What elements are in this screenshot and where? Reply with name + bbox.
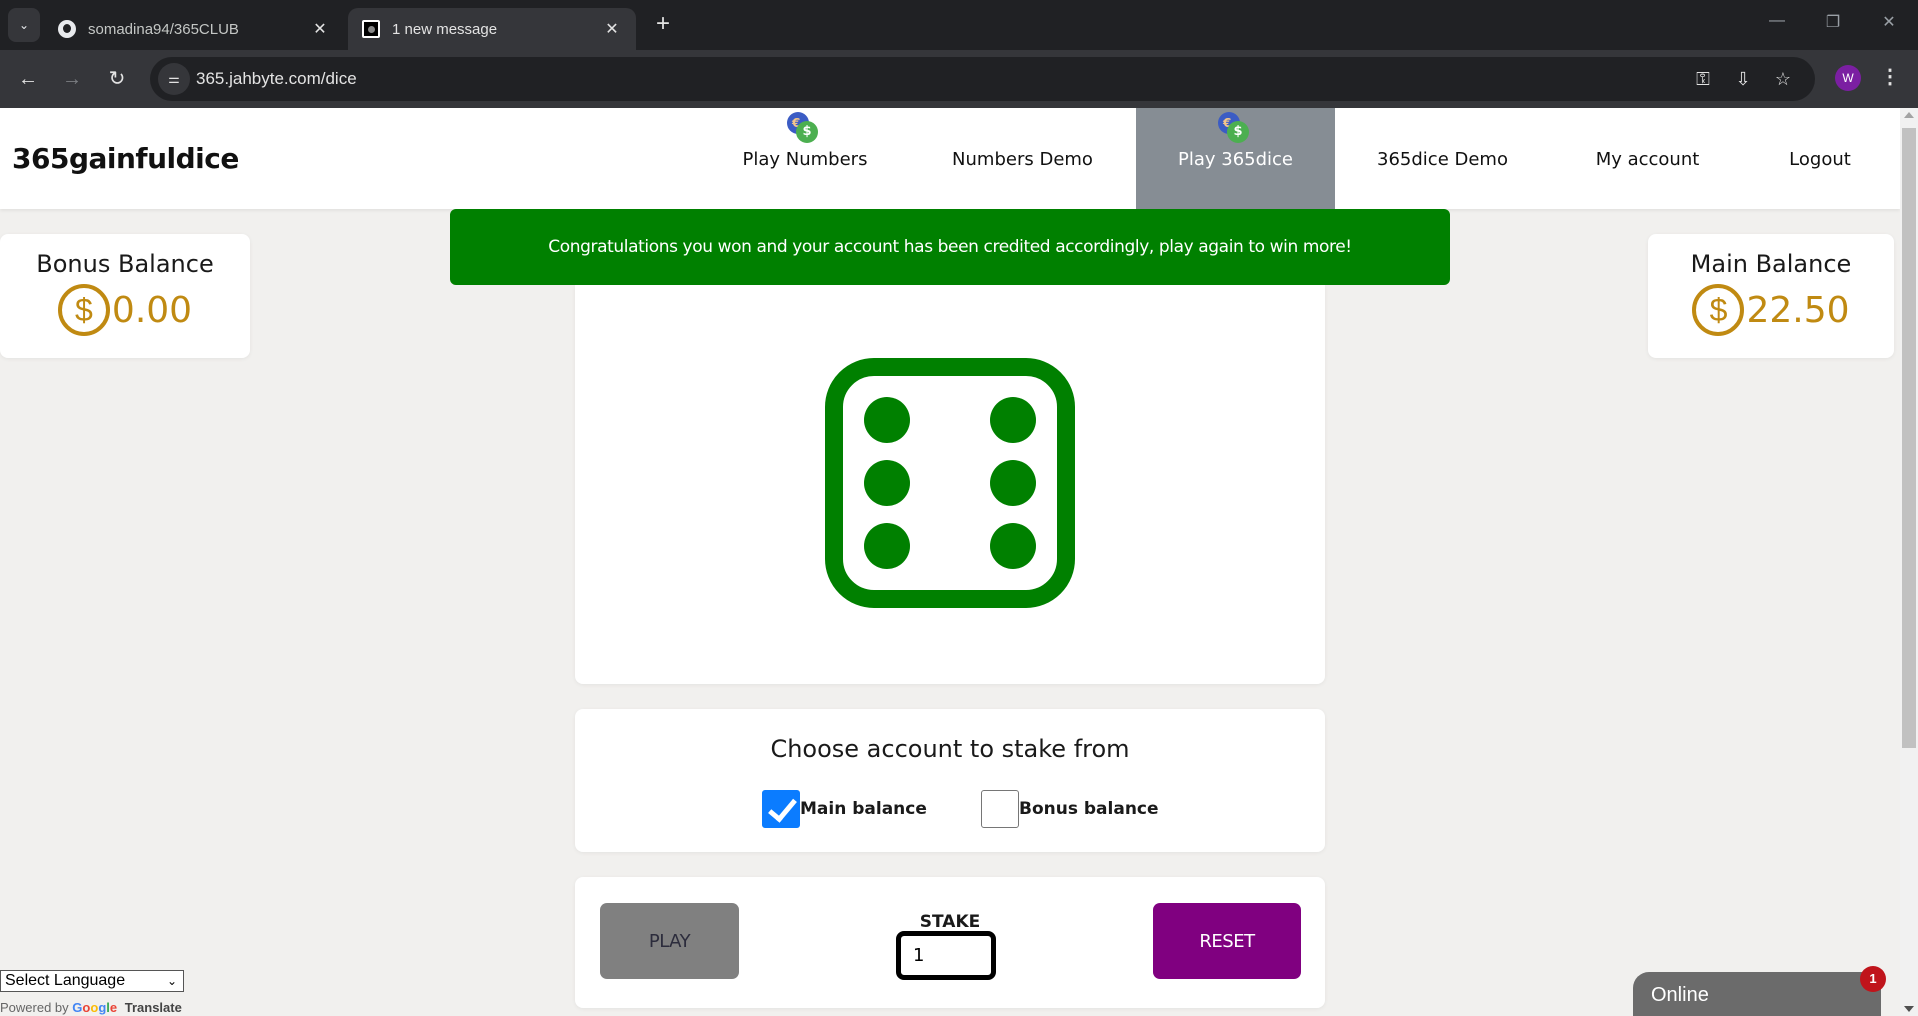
stake-account-title: Choose account to stake from	[770, 735, 1130, 763]
browser-tab[interactable]: somadina94/365CLUB ✕	[44, 8, 344, 50]
nav-play-numbers[interactable]: € $ Play Numbers	[720, 108, 890, 209]
scrollbar-thumb[interactable]	[1902, 128, 1916, 748]
dollar-circle-icon: $	[57, 284, 110, 336]
nav-label: Play Numbers	[742, 149, 868, 170]
site-info-icon[interactable]: ⚌	[158, 63, 190, 95]
language-select-value: Select Language	[5, 972, 126, 989]
nav-play-365dice[interactable]: € $ Play 365dice	[1136, 108, 1335, 209]
main-balance-option-label: Main balance	[800, 799, 927, 819]
restore-icon[interactable]: ❐	[1818, 12, 1848, 32]
main-balance-option[interactable]: Main balance	[762, 790, 927, 828]
new-tab-button[interactable]: +	[650, 10, 676, 38]
nav-label: Play 365dice	[1177, 149, 1293, 170]
site-favicon-icon	[362, 20, 380, 38]
tab-title: 1 new message	[392, 20, 498, 38]
nav-365dice-demo[interactable]: 365dice Demo	[1360, 108, 1525, 209]
powered-by-text: Powered by	[0, 1000, 69, 1015]
dollar-coin-icon: $	[1227, 121, 1249, 143]
url-text[interactable]: 365.jahbyte.com/dice	[196, 57, 357, 101]
site-brand[interactable]: 365gainfuldice	[12, 142, 239, 175]
bookmark-star-icon[interactable]: ☆	[1770, 67, 1796, 91]
stake-controls-card: PLAY STAKE RESET	[575, 877, 1325, 1008]
main-balance-amount: 22.50	[1746, 289, 1850, 331]
dice-pip	[990, 397, 1036, 443]
dice-six-icon	[825, 358, 1075, 608]
tab-list-button[interactable]: ⌄	[8, 8, 40, 42]
tab-title: somadina94/365CLUB	[88, 20, 239, 38]
browser-menu-icon[interactable]: ⋮	[1880, 64, 1900, 89]
nav-label: 365dice Demo	[1377, 149, 1508, 170]
reset-button[interactable]: RESET	[1153, 903, 1301, 979]
github-icon	[58, 20, 76, 38]
dice-card	[575, 285, 1325, 684]
dice-pips	[864, 397, 1036, 569]
dollar-coin-icon: $	[796, 121, 818, 143]
profile-avatar[interactable]: W	[1835, 65, 1861, 91]
nav-my-account[interactable]: My account	[1570, 108, 1725, 209]
dice-pip	[990, 523, 1036, 569]
chat-unread-badge: 1	[1860, 966, 1886, 992]
browser-tab-active[interactable]: 1 new message ✕	[348, 8, 636, 50]
page-scrollbar[interactable]	[1900, 108, 1918, 1016]
browser-tab-bar: ⌄ somadina94/365CLUB ✕ 1 new message ✕ +…	[0, 0, 1918, 50]
install-app-icon[interactable]: ⇩	[1730, 67, 1756, 91]
language-select[interactable]: Select Language ⌄	[0, 970, 184, 992]
main-balance-checkbox[interactable]	[762, 790, 800, 828]
main-balance-card: Main Balance $ 22.50	[1648, 234, 1894, 358]
nav-logout[interactable]: Logout	[1775, 108, 1865, 209]
bonus-balance-option-label: Bonus balance	[1019, 799, 1159, 819]
dollar-circle-icon: $	[1692, 284, 1745, 336]
scroll-up-icon[interactable]	[1904, 112, 1914, 118]
coins-icon: € $	[787, 112, 821, 144]
bonus-balance-heading: Bonus Balance	[36, 250, 214, 278]
bonus-balance-checkbox[interactable]	[981, 790, 1019, 828]
translate-text: Translate	[124, 1000, 182, 1015]
win-alert: Congratulations you won and your account…	[450, 209, 1450, 285]
dice-pip	[990, 460, 1036, 506]
dice-pip	[864, 523, 910, 569]
dice-pip	[864, 460, 910, 506]
forward-icon[interactable]: →	[58, 65, 86, 93]
reload-icon[interactable]: ↻	[103, 65, 131, 93]
close-tab-icon[interactable]: ✕	[602, 19, 622, 39]
chat-status: Online	[1651, 984, 1709, 1006]
back-icon[interactable]: ←	[14, 65, 42, 93]
browser-toolbar: ← → ↻ ⚌ 365.jahbyte.com/dice ⚿ ⇩ ☆ W ⋮	[0, 50, 1918, 108]
coins-icon: € $	[1218, 112, 1252, 144]
nav-label: Logout	[1789, 149, 1851, 170]
bonus-balance-amount: 0.00	[111, 289, 193, 331]
site-header: 365gainfuldice € $ Play Numbers Numbers …	[0, 108, 1900, 209]
nav-label: Numbers Demo	[952, 149, 1093, 170]
page-viewport: 365gainfuldice € $ Play Numbers Numbers …	[0, 108, 1900, 1016]
stake-input[interactable]	[896, 931, 996, 980]
nav-numbers-demo[interactable]: Numbers Demo	[935, 108, 1110, 209]
bonus-balance-card: Bonus Balance $ 0.00	[0, 234, 250, 358]
dice-pip	[864, 397, 910, 443]
close-tab-icon[interactable]: ✕	[310, 19, 330, 39]
address-bar[interactable]: ⚌ 365.jahbyte.com/dice ⚿ ⇩ ☆	[150, 57, 1815, 101]
google-logo[interactable]: Google	[72, 1000, 120, 1015]
bonus-balance-option[interactable]: Bonus balance	[981, 790, 1159, 828]
google-translate-attribution: Powered by Google Translate	[0, 1000, 182, 1015]
main-balance-heading: Main Balance	[1690, 250, 1852, 278]
scroll-down-icon[interactable]	[1904, 1006, 1914, 1012]
close-window-icon[interactable]: ✕	[1874, 12, 1904, 32]
stake-account-card: Choose account to stake from Main balanc…	[575, 709, 1325, 852]
password-key-icon[interactable]: ⚿	[1690, 67, 1716, 91]
nav-label: My account	[1595, 149, 1700, 170]
chevron-down-icon: ⌄	[166, 974, 177, 988]
chevron-down-icon: ⌄	[18, 18, 30, 32]
chat-widget[interactable]: Online	[1633, 972, 1881, 1016]
minimize-icon[interactable]: —	[1762, 12, 1792, 30]
